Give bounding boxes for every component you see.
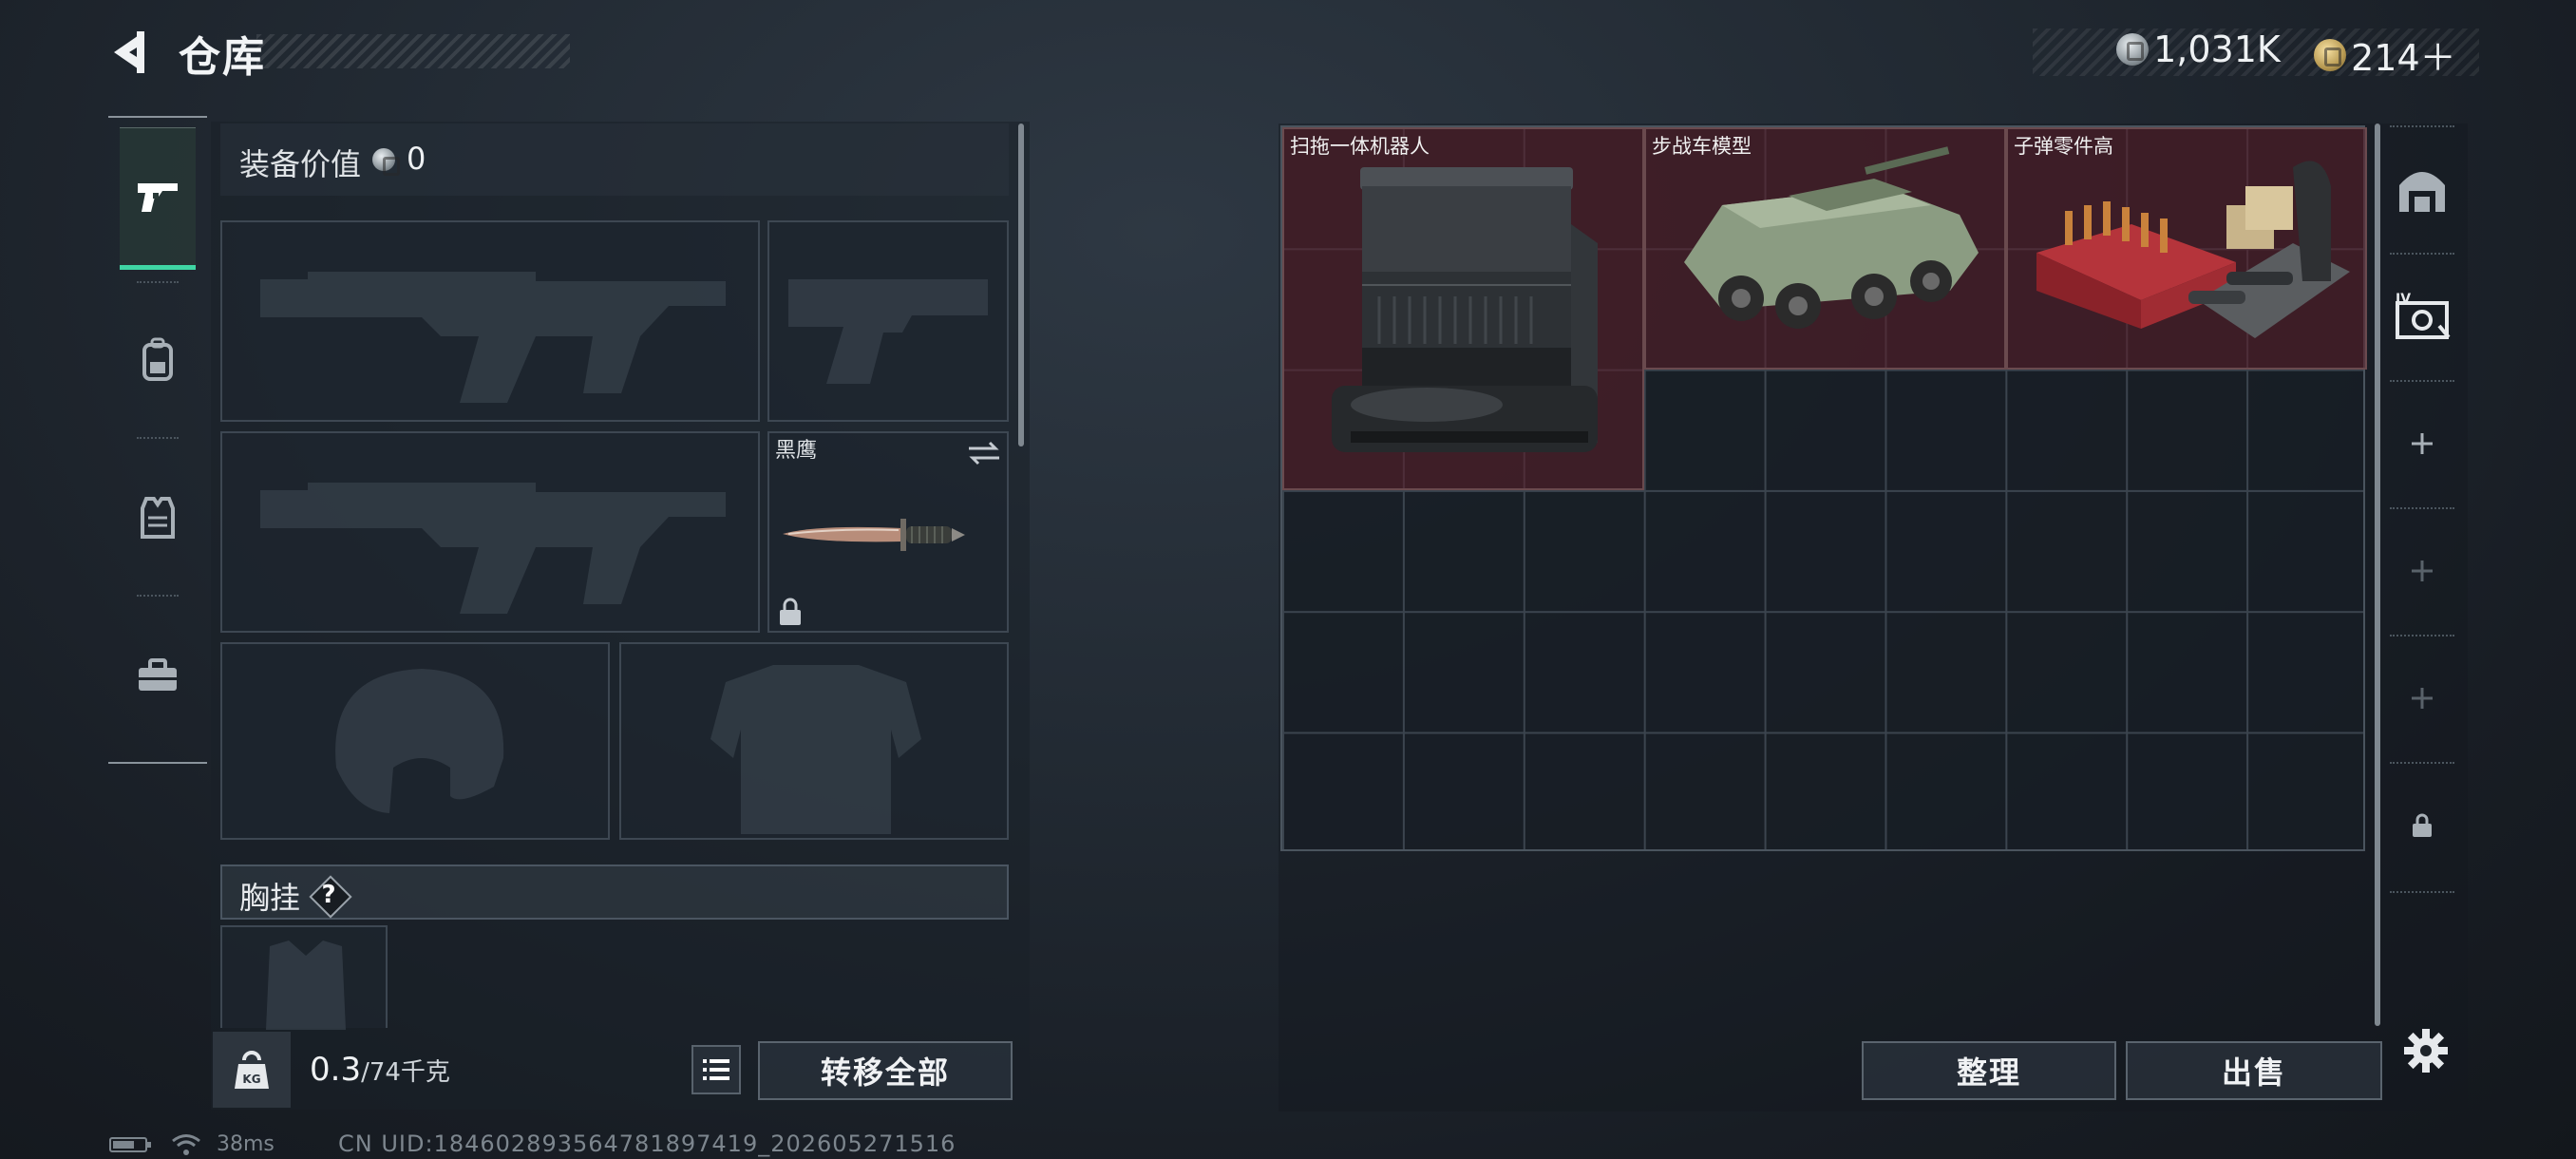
equipment-tab-column (108, 116, 207, 764)
tab-weapons[interactable] (120, 127, 196, 270)
back-button[interactable] (104, 27, 154, 78)
safe-box-icon: IV (2396, 292, 2451, 339)
weight-icon: KG (235, 1051, 269, 1089)
toolbox-icon (139, 658, 177, 691)
armor-silhouette-icon (710, 665, 921, 834)
list-icon (703, 1059, 729, 1080)
storage-tab-level4[interactable]: IV (2382, 253, 2462, 380)
battery-icon (109, 1137, 151, 1152)
primary-weapon-slot[interactable] (220, 220, 760, 422)
pistol-icon (138, 183, 178, 212)
storage-selector: IV (2382, 125, 2462, 904)
storage-item[interactable]: 步战车模型 (1644, 127, 2006, 370)
helmet-slot[interactable] (220, 642, 610, 840)
settings-button[interactable] (2399, 1024, 2453, 1077)
weight-readout: 0.3/74千克 (310, 1051, 450, 1089)
secondary-weapon-slot[interactable] (220, 431, 760, 633)
gear-icon (2404, 1029, 2448, 1073)
transfer-all-button[interactable]: 转移全部 (758, 1041, 1013, 1100)
tab-backpack[interactable] (120, 289, 196, 431)
svg-text:IV: IV (2396, 292, 2411, 307)
plus-icon (2412, 433, 2433, 454)
storage-scrollbar[interactable] (2375, 124, 2380, 1026)
weight-current: 0.3 (310, 1051, 362, 1089)
warehouse-icon (2399, 172, 2445, 212)
storage-tab-main[interactable] (2382, 125, 2462, 253)
item-name: 扫拖一体机器人 (1290, 135, 1430, 158)
storage-tab-add-1[interactable] (2382, 380, 2462, 507)
silver-coin-icon (2116, 33, 2149, 66)
silver-currency-value: 1,031K (2153, 28, 2281, 70)
plus-icon (2412, 688, 2433, 709)
ifv-model-icon (1684, 146, 1979, 329)
equipment-value-label: 装备价值 (239, 146, 362, 182)
equipment-value: 0 (407, 141, 426, 177)
weight-max: /74千克 (361, 1058, 450, 1087)
title-decoration (256, 34, 570, 68)
tab-toolbox[interactable] (120, 604, 196, 747)
list-view-button[interactable] (691, 1045, 741, 1094)
gold-currency[interactable]: 214＋ (2314, 28, 2456, 81)
chest-rig-silhouette-icon (266, 940, 346, 1030)
pistol-slot[interactable] (767, 220, 1009, 422)
wifi-icon (172, 1134, 200, 1155)
lock-icon (2413, 813, 2432, 837)
storage-item[interactable]: 子弹零件高 (2006, 127, 2367, 370)
rifle-silhouette-icon (260, 483, 726, 614)
plus-icon (2412, 560, 2433, 581)
sort-button[interactable]: 整理 (1862, 1041, 2116, 1100)
storage-tab-locked[interactable] (2382, 762, 2462, 889)
storage-item[interactable]: 扫拖一体机器人 (1282, 127, 1644, 490)
ping-value: 38ms (217, 1132, 275, 1156)
robot-vacuum-icon (1332, 167, 1598, 452)
lock-icon (780, 598, 801, 625)
equipment-scrollbar[interactable] (1018, 124, 1024, 446)
user-uid: CN UID:1846028935647818974​19_2026052715… (338, 1130, 957, 1157)
item-name: 步战车模型 (1652, 135, 1752, 158)
storage-tab-add-2[interactable] (2382, 507, 2462, 635)
silver-currency[interactable]: 1,031K (2116, 28, 2281, 70)
value-coin-icon (372, 148, 400, 176)
back-arrow-icon (114, 31, 144, 73)
helmet-silhouette-icon (335, 669, 504, 813)
chest-rig-slot[interactable] (220, 925, 388, 1030)
gold-coin-icon (2314, 38, 2346, 71)
item-name: 子弹零件高 (2014, 135, 2113, 158)
knife-icon (783, 519, 965, 551)
rifle-silhouette-icon (260, 272, 726, 403)
armor-slot[interactable] (619, 642, 1009, 840)
ammo-parts-crate-icon (2036, 161, 2350, 338)
svg-text:KG: KG (242, 1073, 260, 1086)
help-icon-text: ? (321, 881, 336, 909)
storage-grid[interactable]: 扫拖一体机器人 步战车模型 子弹零件高 (1280, 125, 2367, 851)
chest-rig-label: 胸挂 (239, 880, 301, 916)
melee-item-name: 黑鹰 (775, 439, 818, 463)
gold-currency-value: 214＋ (2351, 37, 2456, 79)
status-bar: 38ms (108, 1132, 275, 1157)
backpack-icon (142, 337, 173, 381)
pistol-silhouette-icon (788, 279, 988, 384)
storage-tab-add-3[interactable] (2382, 635, 2462, 762)
page-title: 仓库 (179, 33, 266, 82)
tab-vest[interactable] (120, 446, 196, 589)
help-icon[interactable]: ? (310, 876, 348, 914)
sell-button[interactable]: 出售 (2126, 1041, 2382, 1100)
swap-icon (969, 441, 999, 466)
vest-icon (141, 497, 175, 539)
weight-button[interactable]: KG (213, 1032, 291, 1108)
